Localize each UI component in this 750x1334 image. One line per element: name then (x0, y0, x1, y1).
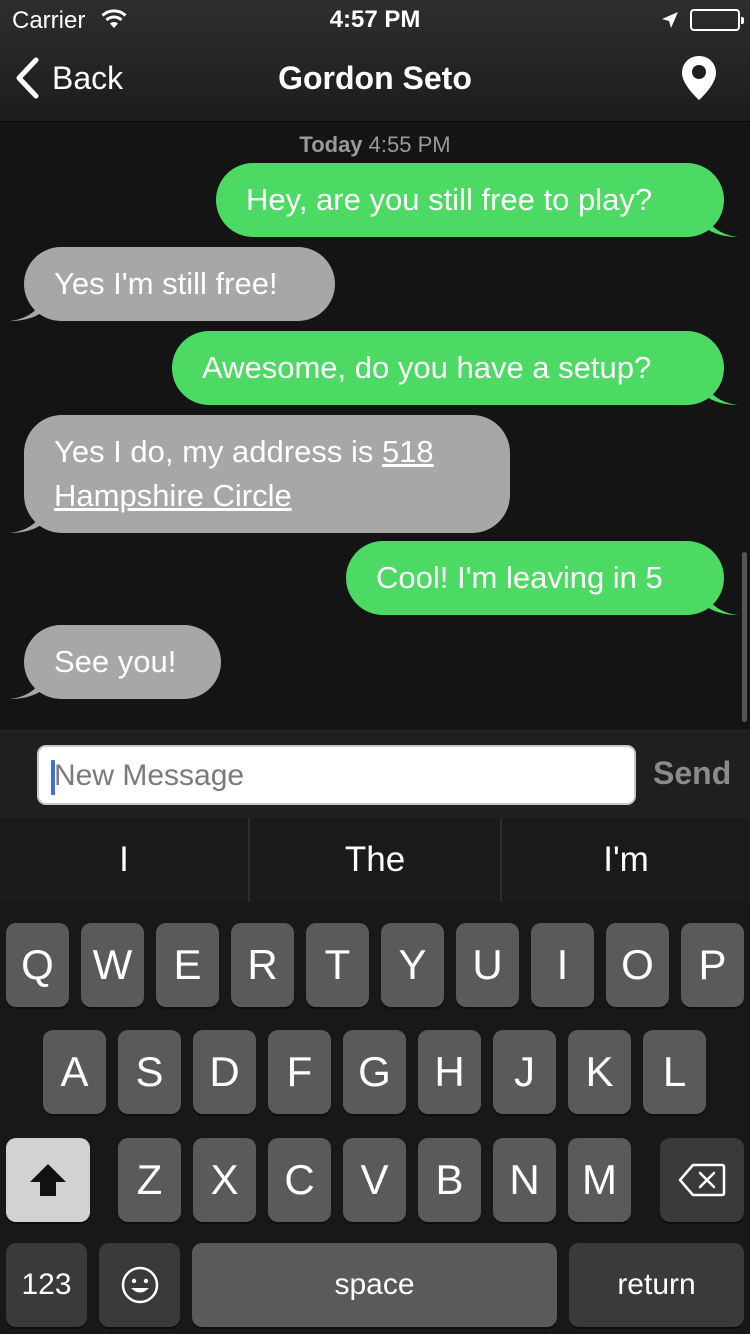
key-s[interactable]: S (118, 1030, 181, 1114)
key-d[interactable]: D (193, 1030, 256, 1114)
incoming-message[interactable]: Yes I do, my address is 518 Hampshire Ci… (10, 415, 510, 533)
key-y[interactable]: Y (381, 923, 444, 1007)
shift-icon (30, 1164, 66, 1196)
emoji-key[interactable] (99, 1243, 180, 1327)
predictive-bar: I The I'm (0, 818, 750, 902)
battery-icon (690, 9, 744, 31)
message-text: Hey, are you still free to play? (246, 182, 653, 217)
outgoing-message[interactable]: Hey, are you still free to play? (216, 163, 738, 237)
send-button[interactable]: Send (653, 755, 731, 792)
space-key[interactable]: space (192, 1243, 557, 1327)
shift-key[interactable] (6, 1138, 90, 1222)
key-p[interactable]: P (681, 923, 744, 1007)
incoming-message[interactable]: See you! (10, 625, 221, 699)
message-placeholder: New Message (54, 759, 245, 792)
key-o[interactable]: O (606, 923, 669, 1007)
status-time: 4:57 PM (329, 6, 421, 33)
message-input[interactable]: New Message (37, 745, 636, 805)
suggestion-2[interactable]: The (250, 818, 500, 902)
status-bar: Carrier 4:57 PM (0, 0, 750, 40)
outgoing-message[interactable]: Awesome, do you have a setup? (172, 331, 738, 405)
back-label: Back (52, 59, 124, 96)
key-j[interactable]: J (493, 1030, 556, 1114)
key-t[interactable]: T (306, 923, 369, 1007)
message-thread[interactable]: Today 4:55 PM Hey, are you still free to… (0, 122, 750, 730)
suggestion-1[interactable]: I (0, 818, 248, 902)
scrollbar[interactable] (742, 552, 747, 722)
incoming-message[interactable]: Yes I'm still free! (10, 247, 335, 321)
message-text: See you! (54, 644, 177, 679)
key-a[interactable]: A (43, 1030, 106, 1114)
key-i[interactable]: I (531, 923, 594, 1007)
location-pin-icon[interactable] (680, 54, 718, 107)
key-q[interactable]: Q (6, 923, 69, 1007)
outgoing-message[interactable]: Cool! I'm leaving in 5 (346, 541, 738, 615)
key-k[interactable]: K (568, 1030, 631, 1114)
back-button[interactable]: Back (14, 56, 123, 100)
key-x[interactable]: X (193, 1138, 256, 1222)
timestamp-day: Today (299, 132, 363, 157)
return-key[interactable]: return (569, 1243, 744, 1327)
bubble-tail (702, 207, 738, 237)
key-c[interactable]: C (268, 1138, 331, 1222)
key-z[interactable]: Z (118, 1138, 181, 1222)
key-f[interactable]: F (268, 1030, 331, 1114)
timestamp: Today 4:55 PM (0, 132, 750, 158)
key-b[interactable]: B (418, 1138, 481, 1222)
key-h[interactable]: H (418, 1030, 481, 1114)
key-n[interactable]: N (493, 1138, 556, 1222)
key-l[interactable]: L (643, 1030, 706, 1114)
timestamp-time: 4:55 PM (368, 132, 451, 157)
message-text: Yes I'm still free! (54, 266, 278, 301)
chevron-left-icon (16, 57, 39, 99)
emoji-icon (121, 1266, 158, 1304)
keyboard: I The I'm Q W E R T Y U I O P A S D F G … (0, 818, 750, 1334)
bubble-tail (702, 375, 738, 405)
bubble-tail (702, 585, 738, 615)
delete-key[interactable] (660, 1138, 744, 1222)
screen: Carrier 4:57 PM Back Gordon Seto Today 4… (0, 0, 750, 1334)
navigation-bar: Carrier 4:57 PM Back Gordon Seto (0, 0, 750, 122)
location-arrow-icon (660, 10, 680, 35)
key-u[interactable]: U (456, 923, 519, 1007)
bubble-tail (10, 503, 46, 533)
address-link-line2[interactable]: Hampshire Circle (54, 478, 292, 513)
backspace-icon (678, 1163, 726, 1197)
bubble-tail (10, 669, 46, 699)
bubble-tail (10, 291, 46, 321)
suggestion-3[interactable]: I'm (502, 818, 750, 902)
numbers-key[interactable]: 123 (6, 1243, 87, 1327)
key-g[interactable]: G (343, 1030, 406, 1114)
address-link[interactable]: 518 (382, 434, 434, 469)
key-v[interactable]: V (343, 1138, 406, 1222)
message-text: Cool! I'm leaving in 5 (376, 560, 663, 595)
composer-bar: New Message Send (0, 730, 750, 818)
message-text: Awesome, do you have a setup? (202, 350, 652, 385)
key-w[interactable]: W (81, 923, 144, 1007)
key-r[interactable]: R (231, 923, 294, 1007)
key-m[interactable]: M (568, 1138, 631, 1222)
message-text: Yes I do, my address is (54, 434, 382, 469)
key-e[interactable]: E (156, 923, 219, 1007)
